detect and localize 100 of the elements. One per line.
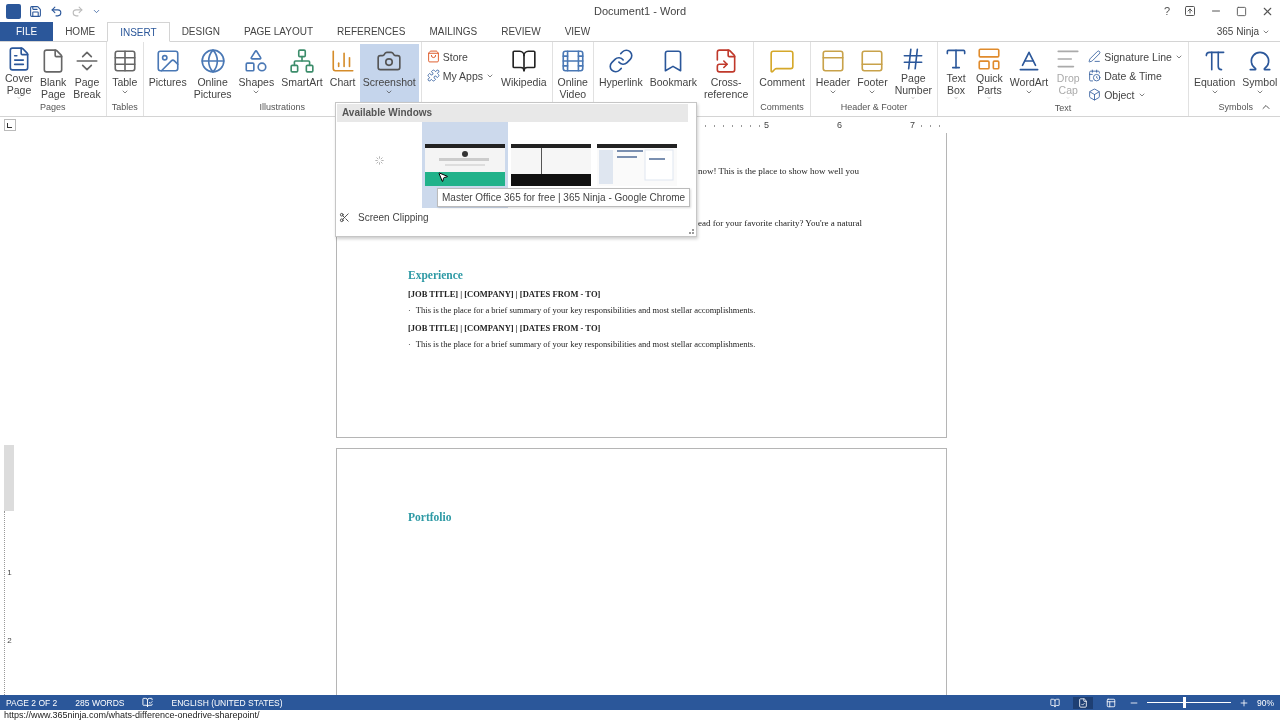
maximize-icon[interactable] bbox=[1236, 5, 1247, 17]
tooltip: Master Office 365 for free | 365 Ninja - Google Chrome bbox=[437, 188, 691, 207]
film-icon bbox=[559, 48, 586, 74]
caret-icon bbox=[1255, 88, 1264, 96]
ribbon-button[interactable]: Page Number bbox=[891, 44, 935, 102]
account-menu[interactable]: 365 Ninja bbox=[1216, 22, 1270, 41]
group-label: Tables bbox=[111, 102, 138, 114]
resize-grip-icon[interactable] bbox=[689, 229, 694, 234]
ribbon-button[interactable]: Pictures bbox=[145, 44, 190, 102]
ribbon-button[interactable]: Symbol bbox=[1239, 44, 1280, 102]
help-button[interactable]: ? bbox=[1163, 5, 1170, 17]
ribbon-button[interactable]: Store bbox=[423, 48, 498, 65]
bullet: · bbox=[408, 305, 411, 315]
ribbon-button[interactable]: Hyperlink bbox=[595, 44, 646, 102]
pen-icon bbox=[1088, 50, 1102, 63]
footer-icon bbox=[859, 48, 886, 74]
ribbon-button[interactable]: Page Break bbox=[70, 44, 104, 102]
save-icon[interactable] bbox=[29, 4, 42, 18]
ribbon-button[interactable]: Date & Time bbox=[1085, 67, 1186, 84]
table-icon bbox=[111, 48, 138, 74]
calendar-icon bbox=[1088, 69, 1102, 82]
ribbon-button[interactable]: Cover Page bbox=[2, 44, 36, 102]
pointer-icon bbox=[437, 171, 449, 183]
language[interactable]: ENGLISH (UNITED STATES) bbox=[171, 697, 283, 708]
screen-clipping-item[interactable]: Screen Clipping bbox=[336, 208, 696, 227]
window-title: Document1 - Word bbox=[593, 5, 687, 17]
group-label: Header & Footer bbox=[840, 102, 908, 114]
scissors-icon bbox=[339, 212, 350, 223]
caret-icon bbox=[868, 88, 877, 96]
paragraph: ead for your favorite charity? You're a natural bbox=[698, 217, 864, 229]
word-count[interactable]: 285 WORDS bbox=[75, 697, 125, 708]
ribbon-button[interactable]: Table bbox=[108, 44, 141, 102]
app-logo bbox=[6, 3, 21, 19]
zoom-in-icon[interactable] bbox=[1239, 697, 1249, 708]
paragraph: now! This is the place to show how well you bbox=[698, 165, 861, 177]
ruler-number: 1 bbox=[7, 569, 12, 577]
caret-icon bbox=[252, 88, 261, 96]
link-preview: https://www.365ninja.com/whats-difference-onedrive-sharepoint/ bbox=[3, 710, 261, 720]
section-heading: Experience bbox=[408, 269, 464, 281]
ribbon-button[interactable]: Blank Page bbox=[37, 44, 70, 102]
ribbon-button[interactable]: Chart bbox=[326, 44, 359, 102]
ribbon-button[interactable]: WordArt bbox=[1006, 44, 1052, 102]
ruler-number: 6 bbox=[836, 120, 843, 130]
bullet: · bbox=[408, 339, 411, 349]
job-title-line: [JOB TITLE] | [COMPANY] | [DATES FROM - TO] bbox=[408, 323, 602, 333]
bullet-text: This is the place for a brief summary of your key responsibilities and most stellar accomplishments. bbox=[415, 339, 756, 349]
caret-icon bbox=[1210, 88, 1219, 96]
ribbon-button[interactable]: Screenshot bbox=[359, 44, 419, 102]
ribbon-display-icon[interactable] bbox=[1184, 5, 1196, 17]
page-count[interactable]: PAGE 2 OF 2 bbox=[6, 697, 58, 708]
shopping-bag-icon bbox=[426, 50, 440, 63]
ruler-number: 5 bbox=[763, 120, 770, 130]
ribbon-button[interactable]: Header bbox=[812, 44, 854, 102]
loading-icon bbox=[374, 155, 384, 165]
ribbon-button[interactable]: Shapes bbox=[235, 44, 278, 102]
undo-icon[interactable] bbox=[50, 4, 63, 18]
proofing-icon[interactable] bbox=[142, 697, 154, 708]
caret-icon bbox=[385, 88, 394, 96]
group-label: Illustrations bbox=[259, 102, 305, 114]
tab-selector-icon[interactable] bbox=[4, 119, 16, 131]
bar-chart-icon bbox=[329, 48, 356, 74]
bullet-text: This is the place for a brief summary of your key responsibilities and most stellar accomplishments. bbox=[415, 305, 756, 315]
link-icon bbox=[607, 48, 634, 74]
caret-icon bbox=[120, 88, 129, 96]
ribbon-button[interactable]: Online Video bbox=[554, 44, 591, 102]
ribbon-button[interactable]: Equation bbox=[1190, 44, 1239, 102]
ribbon-tab[interactable]: INSERT bbox=[107, 22, 170, 42]
ribbon-button[interactable]: Online Pictures bbox=[190, 44, 235, 102]
caret-icon bbox=[1025, 88, 1033, 96]
job-title-line: [JOB TITLE] | [COMPANY] | [DATES FROM - TO] bbox=[408, 289, 602, 299]
zoom-level[interactable]: 90% bbox=[1257, 697, 1274, 708]
ribbon-button[interactable]: Comment bbox=[756, 44, 808, 102]
puzzle-icon bbox=[426, 69, 440, 82]
ribbon-button[interactable]: My Apps bbox=[423, 67, 498, 84]
section-heading: Portfolio bbox=[408, 511, 453, 523]
ribbon-button[interactable]: Text Box bbox=[940, 44, 972, 102]
caret-icon bbox=[829, 88, 838, 96]
group-label: Text bbox=[1054, 103, 1072, 115]
ribbon-tab[interactable]: FILE bbox=[0, 22, 54, 41]
ribbon-button[interactable]: SmartArt bbox=[278, 44, 326, 102]
ribbon-button[interactable]: Signature Line bbox=[1085, 48, 1186, 65]
group-label: Symbols bbox=[1218, 102, 1253, 114]
ribbon-button[interactable]: Footer bbox=[854, 44, 891, 102]
print-layout-icon[interactable] bbox=[1073, 696, 1093, 709]
zoom-thumb[interactable] bbox=[1182, 697, 1186, 708]
group-label: Pages bbox=[40, 102, 66, 114]
group-label: Comments bbox=[760, 102, 804, 114]
ribbon-button[interactable]: Wikipedia bbox=[498, 44, 550, 102]
header-icon bbox=[820, 48, 847, 74]
ribbon-button[interactable]: Bookmark bbox=[646, 44, 700, 102]
ribbon-button[interactable]: Object bbox=[1085, 86, 1186, 103]
menu-header: Available Windows bbox=[337, 104, 688, 122]
ribbon-button[interactable]: Quick Parts bbox=[973, 44, 1006, 102]
object-icon bbox=[1088, 88, 1102, 101]
globe-picture-icon bbox=[199, 48, 226, 74]
quick-parts-icon bbox=[976, 46, 1003, 72]
book-icon bbox=[510, 48, 537, 74]
picture-icon bbox=[154, 48, 181, 74]
vertical-ruler-margin bbox=[4, 445, 14, 511]
ribbon-button[interactable]: Cross- reference bbox=[700, 44, 752, 102]
